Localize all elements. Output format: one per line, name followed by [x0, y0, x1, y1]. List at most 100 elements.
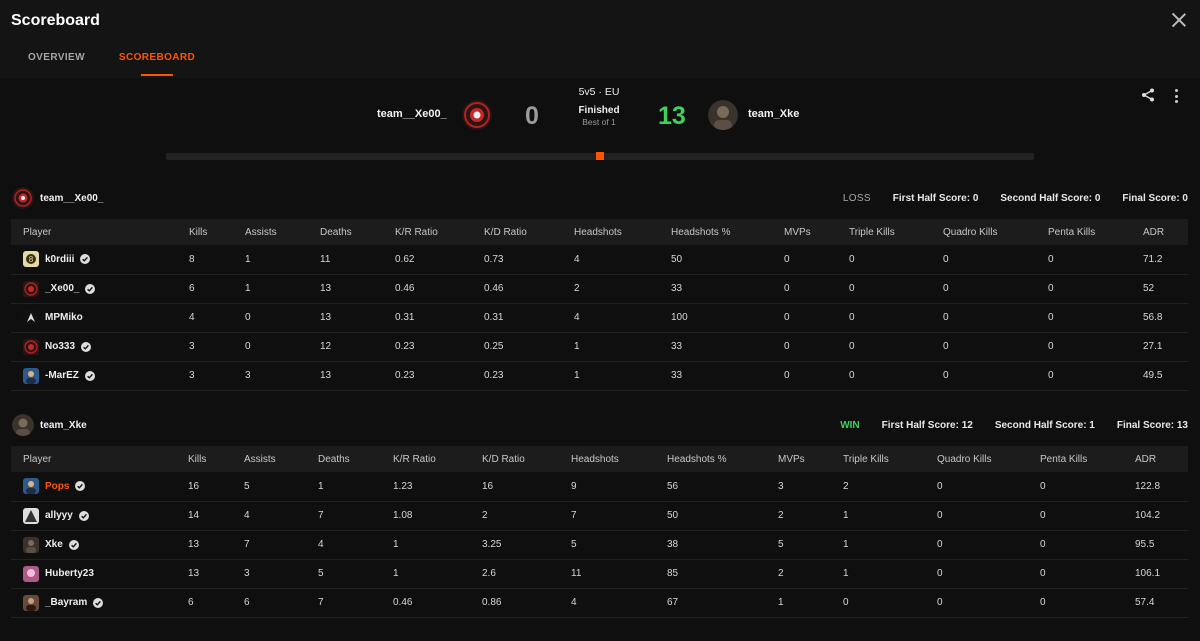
- stat-cell: 0: [1048, 341, 1054, 352]
- stat-cell: 5: [318, 568, 324, 579]
- column-header[interactable]: ADR: [1131, 219, 1188, 245]
- player-name[interactable]: Huberty23: [45, 568, 94, 579]
- player-cell: Huberty23: [23, 565, 176, 582]
- column-header[interactable]: K/D Ratio: [470, 446, 559, 472]
- share-icon[interactable]: [1141, 88, 1155, 102]
- stat-cell: 0: [1040, 597, 1046, 608]
- stat-cell: 3: [245, 370, 251, 381]
- stat-cell: 6: [188, 597, 194, 608]
- player-name[interactable]: MPMiko: [45, 312, 83, 323]
- stat-cell: 13: [320, 312, 332, 323]
- team2-header-name[interactable]: team_Xke: [40, 420, 87, 431]
- stat-cell: 38: [667, 539, 679, 550]
- column-header[interactable]: Kills: [176, 446, 232, 472]
- column-header[interactable]: Deaths: [308, 219, 383, 245]
- stat-cell: 1.08: [393, 510, 413, 521]
- column-header[interactable]: Player: [11, 446, 176, 472]
- avatar[interactable]: 8: [23, 251, 39, 268]
- stat-cell: 4: [318, 539, 324, 550]
- avatar[interactable]: [23, 478, 39, 495]
- stat-cell: 0: [943, 283, 949, 294]
- stat-cell: 2: [778, 510, 784, 521]
- table-header-row: Player Kills Assists Deaths K/R Ratio K/D Rat…: [11, 446, 1188, 472]
- player-cell: Xke: [23, 536, 176, 553]
- column-header[interactable]: Penta Kills: [1028, 446, 1123, 472]
- team2-result: WIN: [840, 420, 860, 431]
- avatar[interactable]: [23, 309, 39, 326]
- stat-cell: 11: [320, 253, 331, 265]
- stat-cell: 1: [393, 568, 399, 579]
- stat-cell: 5: [244, 480, 250, 492]
- scoreboard-modal: Scoreboard OVERVIEW SCOREBOARD team__Xe0…: [0, 0, 1200, 641]
- column-header[interactable]: MVPs: [772, 219, 837, 245]
- team2-name[interactable]: team_Xke: [748, 108, 799, 120]
- stat-cell: 7: [244, 539, 250, 550]
- avatar[interactable]: [23, 536, 39, 553]
- table-row: No333 3 0 12 0.23 0.25 1 33 0 0 0 0 27.1: [11, 332, 1188, 361]
- stat-cell: 4: [189, 312, 195, 323]
- stat-cell: 5: [571, 539, 577, 550]
- player-name[interactable]: _Bayram: [45, 597, 87, 608]
- stat-cell: 0: [1048, 312, 1054, 323]
- stat-cell: 0: [937, 480, 943, 492]
- stat-cell: 4: [244, 510, 250, 521]
- stat-cell: 1: [778, 597, 784, 608]
- player-name[interactable]: No333: [45, 341, 75, 352]
- table-row: Pops 16 5 1 1.23 16 9 56 3 2 0 0 122.8: [11, 472, 1188, 501]
- avatar[interactable]: [23, 338, 39, 355]
- avatar[interactable]: [23, 594, 39, 611]
- column-header[interactable]: Penta Kills: [1036, 219, 1131, 245]
- stat-cell: 71.2: [1143, 253, 1163, 265]
- column-header[interactable]: Headshots: [559, 446, 655, 472]
- column-header[interactable]: Headshots %: [655, 446, 766, 472]
- player-name[interactable]: -MarEZ: [45, 370, 79, 381]
- column-header[interactable]: MVPs: [766, 446, 831, 472]
- column-header[interactable]: Quadro Kills: [925, 446, 1028, 472]
- avatar[interactable]: [23, 565, 39, 582]
- player-name[interactable]: Xke: [45, 539, 63, 550]
- more-options-icon[interactable]: [1173, 89, 1179, 103]
- player-cell: -MarEZ: [23, 367, 177, 384]
- column-header[interactable]: Kills: [177, 219, 233, 245]
- player-cell: _Bayram: [23, 594, 176, 611]
- scoreboard-content: team__Xe00_ 0 5v5 · EU Finished Best of …: [0, 78, 1200, 641]
- column-header[interactable]: Triple Kills: [831, 446, 925, 472]
- avatar[interactable]: [23, 507, 39, 524]
- stat-cell: 1: [843, 568, 849, 579]
- table-row: MPMiko 4 0 13 0.31 0.31 4 100 0 0 0 0 56.8: [11, 303, 1188, 332]
- tab-overview[interactable]: OVERVIEW: [28, 52, 85, 69]
- match-info: 5v5 · EU Finished Best of 1: [549, 86, 649, 127]
- team1-name[interactable]: team__Xe00_: [377, 108, 447, 120]
- stat-cell: 0: [849, 370, 855, 381]
- column-header[interactable]: K/R Ratio: [381, 446, 470, 472]
- team2-small-logo-icon: [12, 414, 34, 436]
- team1-header-name[interactable]: team__Xe00_: [40, 193, 103, 204]
- column-header[interactable]: K/R Ratio: [383, 219, 472, 245]
- player-name[interactable]: allyyy: [45, 510, 73, 521]
- avatar[interactable]: [23, 280, 39, 297]
- player-name[interactable]: Pops: [45, 481, 69, 492]
- column-header[interactable]: Quadro Kills: [931, 219, 1036, 245]
- column-header[interactable]: Triple Kills: [837, 219, 931, 245]
- stat-cell: 0.23: [395, 341, 415, 352]
- team1-header: team__Xe00_ LOSS First Half Score: 0 Sec…: [0, 184, 1200, 216]
- column-header[interactable]: ADR: [1123, 446, 1188, 472]
- column-header[interactable]: Deaths: [306, 446, 381, 472]
- column-header[interactable]: K/D Ratio: [472, 219, 562, 245]
- avatar[interactable]: [23, 367, 39, 384]
- team2-logo-icon[interactable]: [708, 100, 738, 130]
- column-header[interactable]: Headshots %: [659, 219, 772, 245]
- stat-cell: 1: [245, 283, 251, 294]
- stat-cell: 2: [843, 480, 849, 492]
- tab-scoreboard[interactable]: SCOREBOARD: [119, 52, 195, 76]
- column-header[interactable]: Player: [11, 219, 177, 245]
- column-header[interactable]: Assists: [232, 446, 306, 472]
- close-icon[interactable]: [1172, 13, 1186, 27]
- stat-cell: 0: [245, 312, 251, 323]
- player-name[interactable]: _Xe00_: [45, 283, 79, 294]
- player-name[interactable]: k0rdiii: [45, 254, 74, 265]
- column-header[interactable]: Assists: [233, 219, 308, 245]
- team1-logo-icon[interactable]: [462, 100, 492, 130]
- column-header[interactable]: Headshots: [562, 219, 659, 245]
- player-cell: MPMiko: [23, 309, 177, 326]
